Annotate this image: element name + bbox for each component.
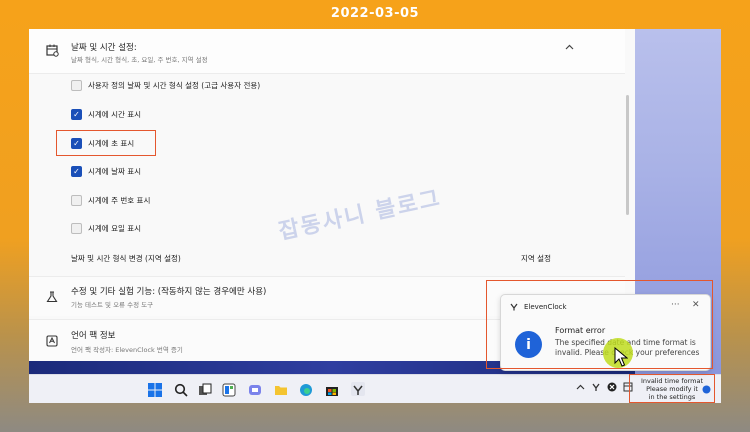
option-show-time[interactable]: ✓ 시계에 시간 표시 <box>71 106 141 122</box>
highlight-tray-clock <box>629 374 715 403</box>
edge-browser-icon[interactable] <box>299 382 313 396</box>
task-view-icon[interactable] <box>198 382 212 396</box>
windows-start-icon[interactable] <box>148 382 162 397</box>
datetime-section-subtitle: 날짜 형식, 시간 형식, 초, 요일, 주 번호, 지역 설정 <box>71 56 208 64</box>
option-show-date[interactable]: ✓ 시계에 날짜 표시 <box>71 163 141 179</box>
calendar-settings-icon <box>44 42 60 58</box>
option-label: 시계에 시간 표시 <box>88 109 142 119</box>
option-label: 시계에 주 번호 표시 <box>88 195 151 205</box>
flask-icon <box>44 289 60 305</box>
translate-icon <box>44 333 60 349</box>
search-icon[interactable] <box>174 382 188 397</box>
date-banner: 2022-03-05 <box>330 6 420 21</box>
blog-watermark: 잡동사니 블로그 <box>276 186 444 245</box>
teams-chat-icon[interactable] <box>248 382 262 396</box>
highlight-toast <box>486 280 713 369</box>
option-show-weekday[interactable]: 시계에 요일 표시 <box>71 220 141 236</box>
widgets-icon[interactable] <box>222 382 236 397</box>
option-label: 시계에 날짜 표시 <box>88 166 142 176</box>
highlight-show-seconds <box>56 130 156 156</box>
option-label: 사용자 정의 날짜 및 시간 형식 설정 (고급 사용자 전용) <box>88 80 261 90</box>
checkbox-show-date[interactable]: ✓ <box>71 165 82 177</box>
language-pack-subtitle: 언어 팩 작성자: ElevenClock 번역 증기 <box>71 346 183 354</box>
chevron-up-tray-icon[interactable] <box>576 382 585 393</box>
checkbox-show-week-number[interactable] <box>71 194 82 206</box>
language-pack-title: 언어 팩 정보 <box>71 331 116 341</box>
option-show-week-number[interactable]: 시계에 주 번호 표시 <box>71 192 150 208</box>
checkbox-show-time[interactable]: ✓ <box>71 108 82 120</box>
file-explorer-icon[interactable] <box>274 382 288 396</box>
option-label: 시계에 요일 표시 <box>88 223 142 233</box>
taskbar: Invalid time format Please modify it in … <box>29 374 721 403</box>
region-settings-button[interactable]: 지역 설정 <box>521 253 551 264</box>
chevron-up-icon[interactable] <box>565 43 574 53</box>
option-custom-format[interactable]: 사용자 정의 날짜 및 시간 형식 설정 (고급 사용자 전용) <box>71 77 260 93</box>
scrollbar[interactable] <box>626 95 629 215</box>
checkbox-custom-format[interactable] <box>71 79 82 91</box>
experimental-subtitle: 기능 테스트 및 오류 수정 도구 <box>71 301 154 309</box>
x-circle-icon[interactable] <box>607 382 617 395</box>
checkbox-show-weekday[interactable] <box>71 222 82 234</box>
experimental-title: 수정 및 기타 실험 기능: (작동하지 않는 경우에만 사용) <box>71 287 267 297</box>
store-icon[interactable] <box>325 382 339 396</box>
elevenclock-icon[interactable] <box>351 382 365 396</box>
datetime-section-header[interactable]: 날짜 및 시간 설정: 날짜 형식, 시간 형식, 초, 요일, 주 번호, 지… <box>29 29 625 74</box>
datetime-section-title: 날짜 및 시간 설정: <box>71 43 137 53</box>
region-settings-label: 날짜 및 시간 형식 변경 (지역 설정) <box>71 254 181 263</box>
elevenclock-tray-icon[interactable] <box>591 382 601 395</box>
